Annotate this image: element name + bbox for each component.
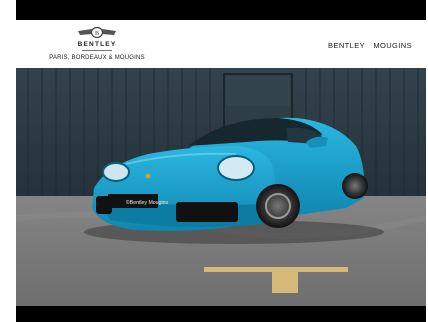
- bottom-letterbox-bar: [16, 306, 426, 322]
- brand-locations: PARIS, BORDEAUX & MOUGINS: [49, 55, 145, 61]
- listing-frame: B BENTLEY PARIS, BORDEAUX & MOUGINS BENT…: [16, 0, 426, 322]
- front-intake: [176, 202, 238, 222]
- front-wheel: [256, 184, 300, 228]
- top-letterbox-bar: [16, 0, 426, 20]
- license-plate-text: ©Bentley Mougins: [125, 200, 169, 206]
- brand-word: BENTLEY: [77, 41, 117, 48]
- dealer-header: B BENTLEY PARIS, BORDEAUX & MOUGINS BENT…: [16, 20, 426, 68]
- svg-text:B: B: [95, 31, 99, 37]
- bentley-wings-icon: B: [78, 26, 116, 39]
- dealer-name-part-1: BENTLEY: [328, 41, 365, 50]
- rear-wheel: [342, 173, 368, 199]
- car-photo-illustration: [16, 68, 426, 306]
- bentley-logo[interactable]: B BENTLEY PARIS, BORDEAUX & MOUGINS: [38, 26, 156, 66]
- logo-divider: [82, 50, 112, 51]
- dealer-name-part-2: MOUGINS: [373, 41, 412, 50]
- car-photo[interactable]: [16, 68, 426, 306]
- dealer-name[interactable]: BENTLEY MOUGINS: [322, 41, 412, 50]
